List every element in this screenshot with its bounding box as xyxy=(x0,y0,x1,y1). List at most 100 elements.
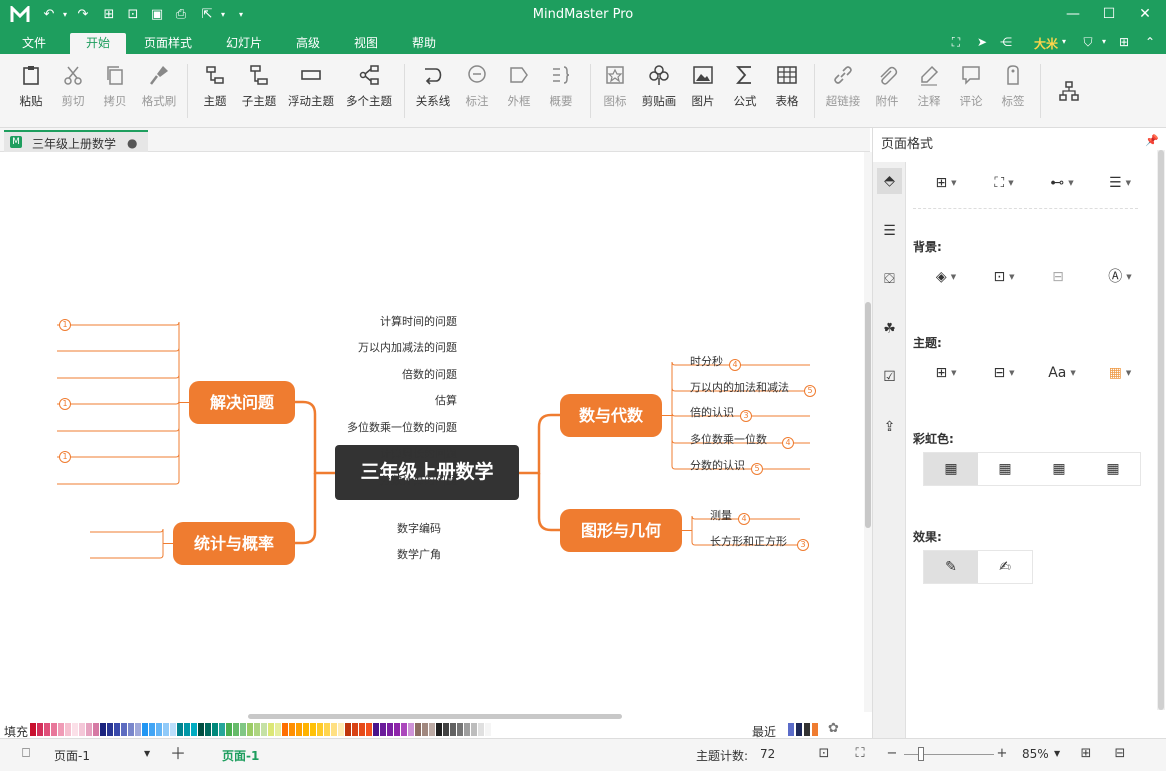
minimize-icon[interactable]: — xyxy=(1062,4,1084,24)
menu-help[interactable]: 帮助 xyxy=(402,33,446,54)
color-picker-icon[interactable]: ✿ xyxy=(828,721,839,736)
layout-style-button[interactable]: ⛶ ▼ xyxy=(983,170,1025,196)
color-swatch[interactable] xyxy=(163,723,169,736)
scrollbar-thumb[interactable] xyxy=(865,302,871,528)
connector-style-button[interactable]: ⊷ ▼ xyxy=(1041,170,1083,196)
panel-toggle-icon[interactable]: ⊟ xyxy=(1112,746,1128,762)
skin-dropdown-icon[interactable]: ▾ xyxy=(1096,34,1112,50)
color-swatch[interactable] xyxy=(296,723,302,736)
color-swatches[interactable] xyxy=(30,723,492,736)
color-swatch[interactable] xyxy=(37,723,43,736)
color-swatch[interactable] xyxy=(373,723,379,736)
outline-tool-icon[interactable]: ☰ xyxy=(877,218,902,244)
close-icon[interactable]: ✕ xyxy=(1134,4,1156,24)
share-icon[interactable]: ⋲ xyxy=(998,34,1014,50)
zoom-slider-thumb[interactable] xyxy=(918,747,924,761)
attachment-button[interactable]: 附件 xyxy=(870,62,904,120)
subtopic[interactable]: 测量 xyxy=(710,507,732,523)
color-swatch[interactable] xyxy=(100,723,106,736)
fullscreen-view-icon[interactable]: ⛶ xyxy=(852,746,868,762)
structure-button[interactable]: ⊞ ▼ xyxy=(925,170,967,196)
main-topic[interactable]: 统计与概率 xyxy=(173,522,295,565)
collapse-ribbon-icon[interactable]: ⌃ xyxy=(1142,34,1158,50)
clipart-button[interactable]: 剪贴画 xyxy=(638,62,680,120)
color-swatch[interactable] xyxy=(380,723,386,736)
send-icon[interactable]: ➤ xyxy=(974,34,990,50)
zoom-dropdown-icon[interactable]: ▼ xyxy=(1054,749,1060,758)
priority-badge-icon[interactable]: 3 xyxy=(797,539,809,551)
color-swatch[interactable] xyxy=(303,723,309,736)
color-swatch[interactable] xyxy=(401,723,407,736)
color-swatch[interactable] xyxy=(226,723,232,736)
color-scheme-button[interactable]: ▦ ▼ xyxy=(1099,360,1141,386)
color-swatch[interactable] xyxy=(254,723,260,736)
color-swatch[interactable] xyxy=(247,723,253,736)
icon-tool-icon[interactable]: ⛋ xyxy=(877,266,902,292)
main-topic[interactable]: 解决问题 xyxy=(189,381,295,424)
priority-badge-icon[interactable]: 4 xyxy=(782,437,794,449)
priority-badge-icon[interactable]: 5 xyxy=(751,463,763,475)
color-swatch[interactable] xyxy=(149,723,155,736)
color-swatch[interactable] xyxy=(352,723,358,736)
user-dropdown-icon[interactable]: ▾ xyxy=(1056,34,1072,50)
background-fill-button[interactable]: ◈ ▼ xyxy=(925,264,967,290)
color-swatch[interactable] xyxy=(289,723,295,736)
subtopic[interactable]: 数字编码 xyxy=(397,520,441,536)
watermark-button[interactable]: Ⓐ ▼ xyxy=(1099,264,1141,290)
color-swatch[interactable] xyxy=(324,723,330,736)
zoom-level[interactable]: 85% xyxy=(1022,747,1049,761)
menu-file[interactable]: 文件 xyxy=(14,33,54,54)
menu-slides[interactable]: 幻灯片 xyxy=(216,33,272,54)
panel-scrollbar[interactable] xyxy=(1157,150,1165,710)
theme-button[interactable]: ⊞ ▼ xyxy=(925,360,967,386)
user-name[interactable]: 大米 xyxy=(1034,35,1058,52)
color-swatch[interactable] xyxy=(422,723,428,736)
add-page-icon[interactable]: ＋ xyxy=(170,746,186,762)
icon-button[interactable]: 图标 xyxy=(598,62,632,120)
comment-button[interactable]: 评论 xyxy=(954,62,988,120)
subtopic[interactable]: 计算周长的问题 xyxy=(380,445,457,461)
color-swatch[interactable] xyxy=(79,723,85,736)
pin-panel-icon[interactable]: 📌 xyxy=(1145,134,1159,147)
page-view-icon[interactable]: ⎕ xyxy=(18,746,34,762)
priority-badge-icon[interactable]: 3 xyxy=(740,410,752,422)
remove-background-button[interactable]: ⊟ xyxy=(1037,264,1079,290)
theme-skin-icon[interactable]: ⛉ xyxy=(1080,34,1096,50)
layout-button[interactable] xyxy=(1052,62,1086,120)
priority-badge-icon[interactable]: 4 xyxy=(729,359,741,371)
color-swatch[interactable] xyxy=(58,723,64,736)
subtopic[interactable]: 长方形和正方形 xyxy=(710,533,787,549)
color-swatch[interactable] xyxy=(212,723,218,736)
color-swatch[interactable] xyxy=(275,723,281,736)
rainbow-option-3[interactable]: ▦ xyxy=(1032,453,1086,485)
page-tab-active[interactable]: 页面-1 xyxy=(222,747,259,764)
theme-font-button[interactable]: Aa ▼ xyxy=(1041,360,1083,386)
color-swatch[interactable] xyxy=(436,723,442,736)
color-swatch[interactable] xyxy=(93,723,99,736)
priority-badge-icon[interactable]: 4 xyxy=(738,513,750,525)
subtopic[interactable]: 多位数乘一位数 xyxy=(690,431,767,447)
menu-advanced[interactable]: 高级 xyxy=(286,33,330,54)
page-dropdown-chevron-icon[interactable]: ▼ xyxy=(144,749,150,758)
format-painter-button[interactable]: 格式刷 xyxy=(138,62,180,120)
priority-badge-icon[interactable]: 1 xyxy=(59,319,71,331)
multiple-topics-button[interactable]: 多个主题 xyxy=(342,62,396,120)
subtopic[interactable]: 倍的认识 xyxy=(690,404,734,420)
subtopic[interactable]: 倍数的问题 xyxy=(402,366,457,382)
copy-button[interactable]: 拷贝 xyxy=(96,62,134,120)
floating-topic-button[interactable]: 浮动主题 xyxy=(286,62,336,120)
color-swatch[interactable] xyxy=(72,723,78,736)
priority-badge-icon[interactable]: 5 xyxy=(804,385,816,397)
effect-normal-icon[interactable]: ✎ xyxy=(924,551,978,583)
color-swatch[interactable] xyxy=(345,723,351,736)
boundary-button[interactable]: 外框 xyxy=(502,62,536,120)
subtopic[interactable]: 万以内加减法的问题 xyxy=(358,339,457,355)
color-swatch[interactable] xyxy=(156,723,162,736)
fit-width-icon[interactable]: ⊞ xyxy=(1078,746,1094,762)
subtopic[interactable]: 时分秒 xyxy=(690,353,723,369)
color-swatch[interactable] xyxy=(338,723,344,736)
unsaved-indicator[interactable]: ● xyxy=(127,136,137,150)
effect-hand-drawn-icon[interactable]: ✍ xyxy=(978,551,1032,583)
cut-button[interactable]: 剪切 xyxy=(54,62,92,120)
priority-badge-icon[interactable]: 1 xyxy=(59,451,71,463)
